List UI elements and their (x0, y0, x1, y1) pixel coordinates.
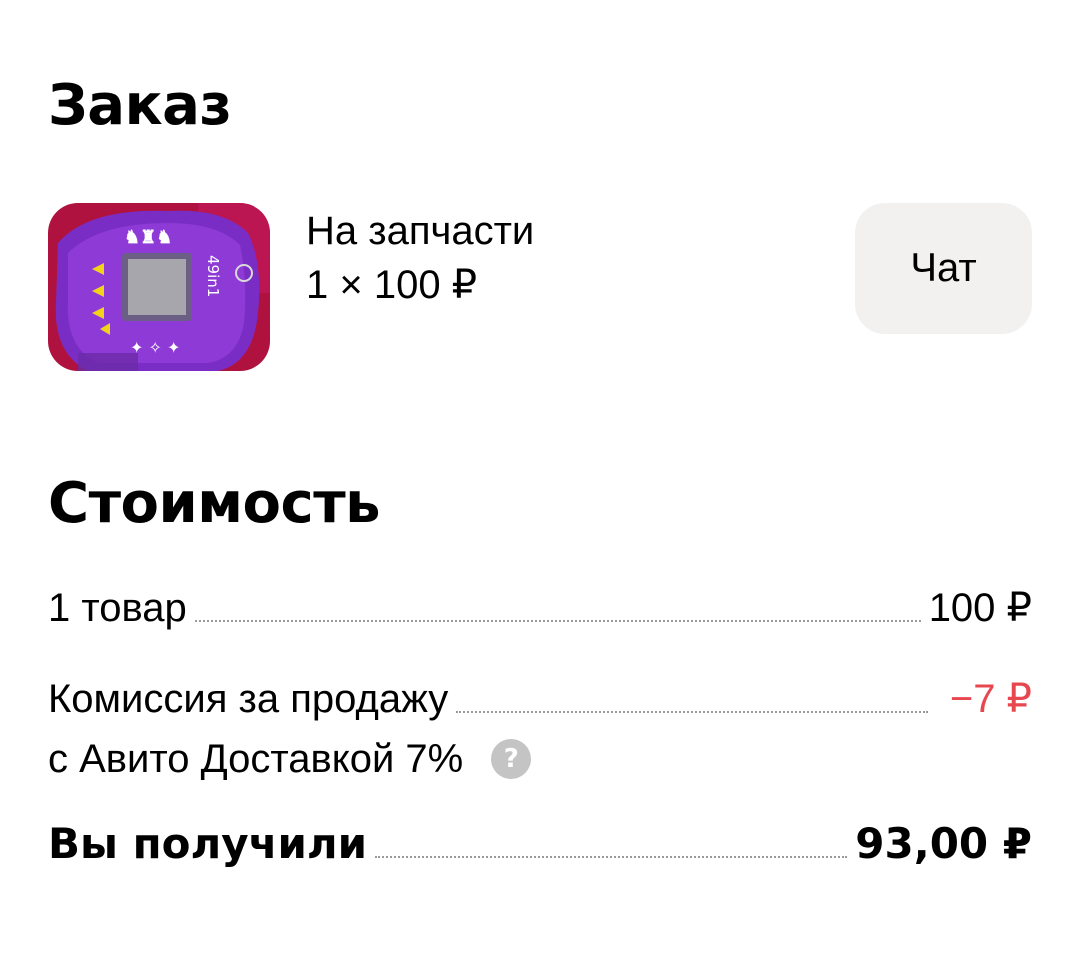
total-row: Вы получили 93,00 ₽ (48, 818, 1032, 870)
goods-label: 1 товар (48, 586, 187, 630)
goods-value: 100 ₽ (928, 586, 1032, 630)
fee-label-line1: Комиссия за продажу (48, 677, 449, 721)
fee-value: −7 ₽ (949, 677, 1032, 721)
fee-row: Комиссия за продажу −7 ₽ (48, 676, 1032, 722)
dotted-leader (456, 711, 928, 713)
svg-text:♞♜♞: ♞♜♞ (124, 227, 172, 248)
item-photo-image: ♞♜♞ ✦ ✧ ✦ 49in1 (48, 203, 270, 371)
cost-section-title: Стоимость (48, 471, 381, 536)
order-section-title: Заказ (48, 73, 232, 138)
goods-row: 1 товар 100 ₽ (48, 585, 1032, 631)
chat-button[interactable]: Чат (855, 203, 1032, 334)
thumbnail-printed-text: 49in1 (204, 255, 222, 297)
item-name[interactable]: На запчасти (306, 208, 534, 254)
order-details-page: Заказ ♞♜♞ ✦ ✧ ✦ 49in1 На запчасти 1 × 10… (0, 0, 1080, 962)
dotted-leader (375, 856, 848, 858)
fee-label-line2: с Авито Доставкой 7% (48, 737, 464, 781)
question-circle-icon[interactable]: ? (491, 739, 532, 779)
item-quantity-price: 1 × 100 ₽ (306, 263, 478, 307)
total-label: Вы получили (48, 819, 368, 868)
dotted-leader (194, 620, 921, 622)
total-value: 93,00 ₽ (855, 819, 1032, 868)
fee-label-line2-row: с Авито Доставкой 7% ? (48, 736, 532, 782)
item-thumbnail[interactable]: ♞♜♞ ✦ ✧ ✦ 49in1 (48, 203, 270, 371)
